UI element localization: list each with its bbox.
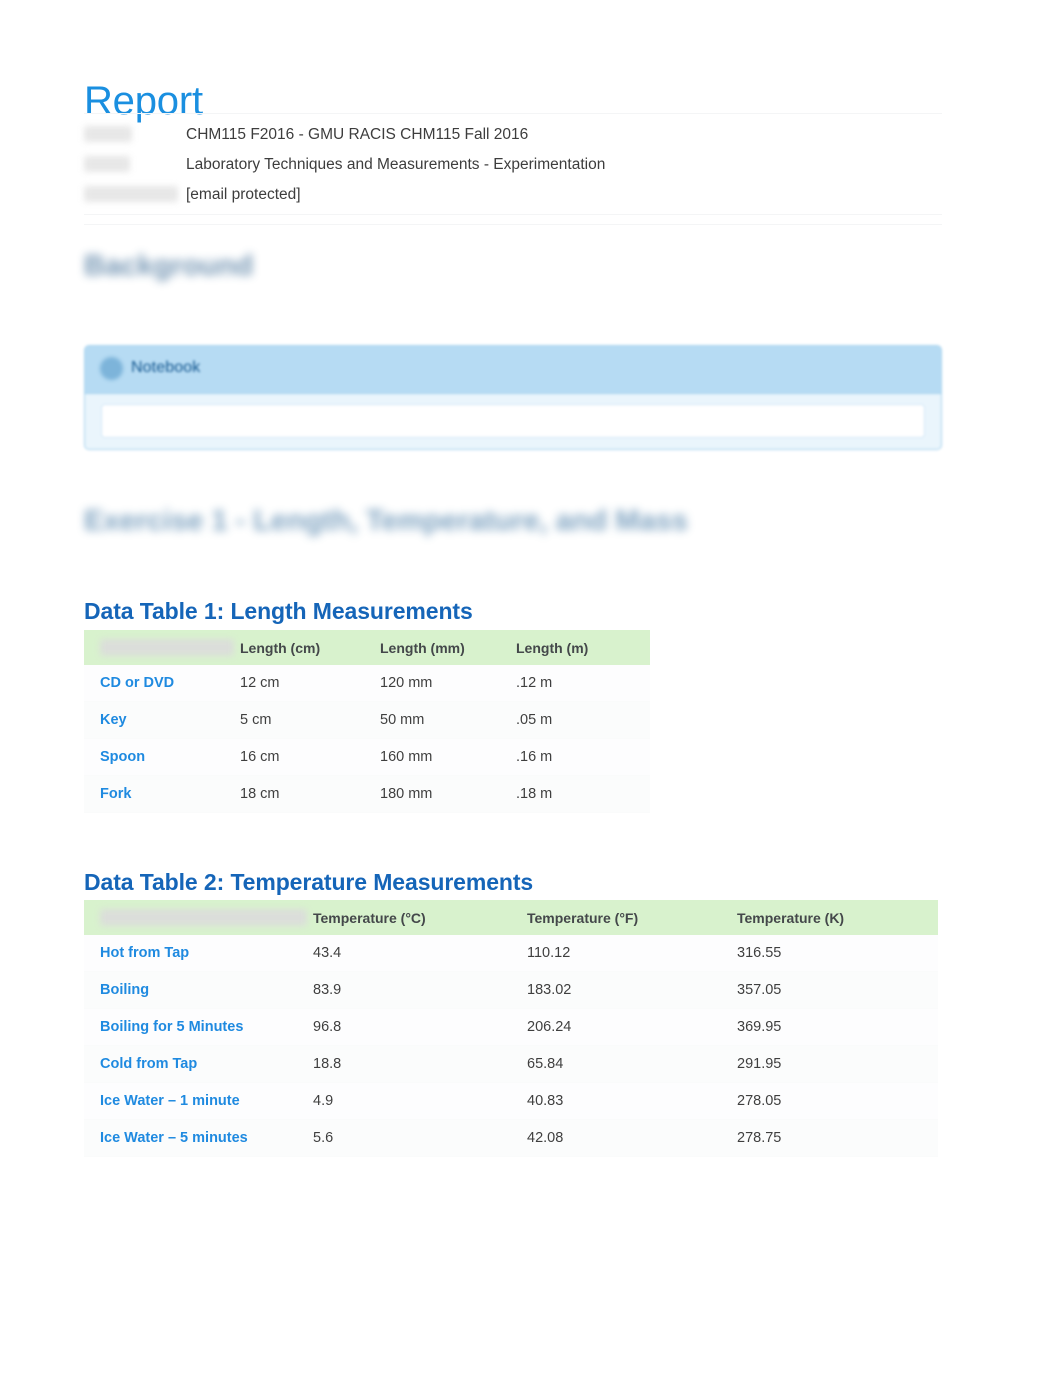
meta-label-student-name: Student Name: [84, 186, 178, 202]
table1-cell: .16 m: [516, 738, 650, 776]
meta-label-course: Course: [84, 126, 132, 142]
table-row: Spoon 16 cm 160 mm .16 m: [84, 738, 650, 776]
table2-cell: 316.55: [737, 935, 938, 972]
table2-cell: 65.84: [527, 1045, 737, 1083]
table2-header-temperature-c: Temperature (°C): [313, 900, 527, 935]
table2-cell: 110.12: [527, 935, 737, 972]
data-table-2: Temperature (°C) Temperature (°F) Temper…: [84, 900, 938, 1157]
notebook-label: Notebook: [131, 359, 201, 376]
table2-row-label: Hot from Tap: [84, 935, 313, 972]
report-page: Report Course CHM115 F2016 - GMU RACIS C…: [0, 0, 1062, 1377]
table2-row-label: Cold from Tap: [84, 1045, 313, 1083]
table1-cell: .18 m: [516, 775, 650, 813]
table1-row-label: Fork: [84, 775, 240, 813]
table2-row-label: Ice Water – 1 minute: [84, 1082, 313, 1120]
table1-cell: 18 cm: [240, 775, 380, 813]
table2-cell: 40.83: [527, 1082, 737, 1120]
table2-cell: 4.9: [313, 1082, 527, 1120]
table2-cell: 96.8: [313, 1008, 527, 1046]
table2-cell: 42.08: [527, 1119, 737, 1157]
table1-row-label: CD or DVD: [84, 665, 240, 702]
table1-cell: 50 mm: [380, 701, 516, 739]
table-row: CD or DVD 12 cm 120 mm .12 m: [84, 665, 650, 702]
table2-cell: 369.95: [737, 1008, 938, 1046]
notebook-input[interactable]: [101, 404, 925, 438]
data-table-2-title: Data Table 2: Temperature Measurements: [84, 869, 534, 895]
table1-row-label: Key: [84, 701, 240, 739]
table1-cell: 160 mm: [380, 738, 516, 776]
table1-cell: 12 cm: [240, 665, 380, 702]
table1-header-corner: [84, 630, 240, 665]
table-row: Key 5 cm 50 mm .05 m: [84, 701, 650, 739]
table2-cell: 183.02: [527, 971, 737, 1009]
notebook-panel-header: Notebook: [85, 346, 941, 394]
page-title: Report: [84, 78, 203, 123]
table-row: Boiling for 5 Minutes 96.8 206.24 369.95: [84, 1008, 938, 1046]
table-row: Ice Water – 1 minute 4.9 40.83 278.05: [84, 1082, 938, 1120]
table2-cell: 5.6: [313, 1119, 527, 1157]
report-meta-block: Course CHM115 F2016 - GMU RACIS CHM115 F…: [84, 120, 944, 210]
notebook-panel: Notebook: [84, 345, 942, 450]
header-divider-top: [84, 113, 942, 114]
table1-row-label: Spoon: [84, 738, 240, 776]
table-row: Cold from Tap 18.8 65.84 291.95: [84, 1045, 938, 1083]
table2-cell: 18.8: [313, 1045, 527, 1083]
table2-cell: 357.05: [737, 971, 938, 1009]
table1-cell: .05 m: [516, 701, 650, 739]
table2-cell: 278.75: [737, 1119, 938, 1157]
table2-row-label: Boiling: [84, 971, 313, 1009]
table2-row-label: Boiling for 5 Minutes: [84, 1008, 313, 1046]
header-divider-bottom: [84, 214, 942, 215]
background-heading: Background: [84, 250, 254, 282]
table-row: Hot from Tap 43.4 110.12 316.55: [84, 935, 938, 972]
table2-cell: 83.9: [313, 971, 527, 1009]
table2-cell: 43.4: [313, 935, 527, 972]
data-table-1-title: Data Table 1: Length Measurements: [84, 598, 473, 624]
meta-value-course: CHM115 F2016 - GMU RACIS CHM115 Fall 201…: [186, 126, 529, 143]
table2-row-label: Ice Water – 5 minutes: [84, 1119, 313, 1157]
meta-value-lesson: Laboratory Techniques and Measurements -…: [186, 156, 606, 173]
meta-row-course: Course CHM115 F2016 - GMU RACIS CHM115 F…: [84, 120, 944, 150]
notebook-icon: [100, 357, 123, 380]
table1-header-length-mm: Length (mm): [380, 630, 516, 665]
header-divider-bottom-2: [84, 224, 942, 225]
meta-row-student-name: Student Name [email protected]: [84, 180, 944, 210]
meta-value-student-name: [email protected]: [186, 186, 301, 203]
table2-header-temperature-f: Temperature (°F): [527, 900, 737, 935]
table1-cell: 180 mm: [380, 775, 516, 813]
table1-cell: 5 cm: [240, 701, 380, 739]
table1-header-length-m: Length (m): [516, 630, 650, 665]
exercise-heading: Exercise 1 - Length, Temperature, and Ma…: [84, 505, 688, 537]
meta-label-lesson: Lesson: [84, 156, 130, 172]
table2-cell: 278.05: [737, 1082, 938, 1120]
data-table-1: Length (cm) Length (mm) Length (m) CD or…: [84, 630, 650, 813]
table-header-row: Length (cm) Length (mm) Length (m): [84, 630, 650, 665]
table-row: Ice Water – 5 minutes 5.6 42.08 278.75: [84, 1119, 938, 1157]
meta-row-lesson: Lesson Laboratory Techniques and Measure…: [84, 150, 944, 180]
table1-cell: 120 mm: [380, 665, 516, 702]
table-row: Boiling 83.9 183.02 357.05: [84, 971, 938, 1009]
table1-cell: .12 m: [516, 665, 650, 702]
table2-cell: 291.95: [737, 1045, 938, 1083]
table-row: Fork 18 cm 180 mm .18 m: [84, 775, 650, 813]
table2-header-corner: [84, 900, 313, 935]
table-header-row: Temperature (°C) Temperature (°F) Temper…: [84, 900, 938, 935]
table2-header-temperature-k: Temperature (K): [737, 900, 938, 935]
table2-cell: 206.24: [527, 1008, 737, 1046]
table1-header-length-cm: Length (cm): [240, 630, 380, 665]
table1-cell: 16 cm: [240, 738, 380, 776]
